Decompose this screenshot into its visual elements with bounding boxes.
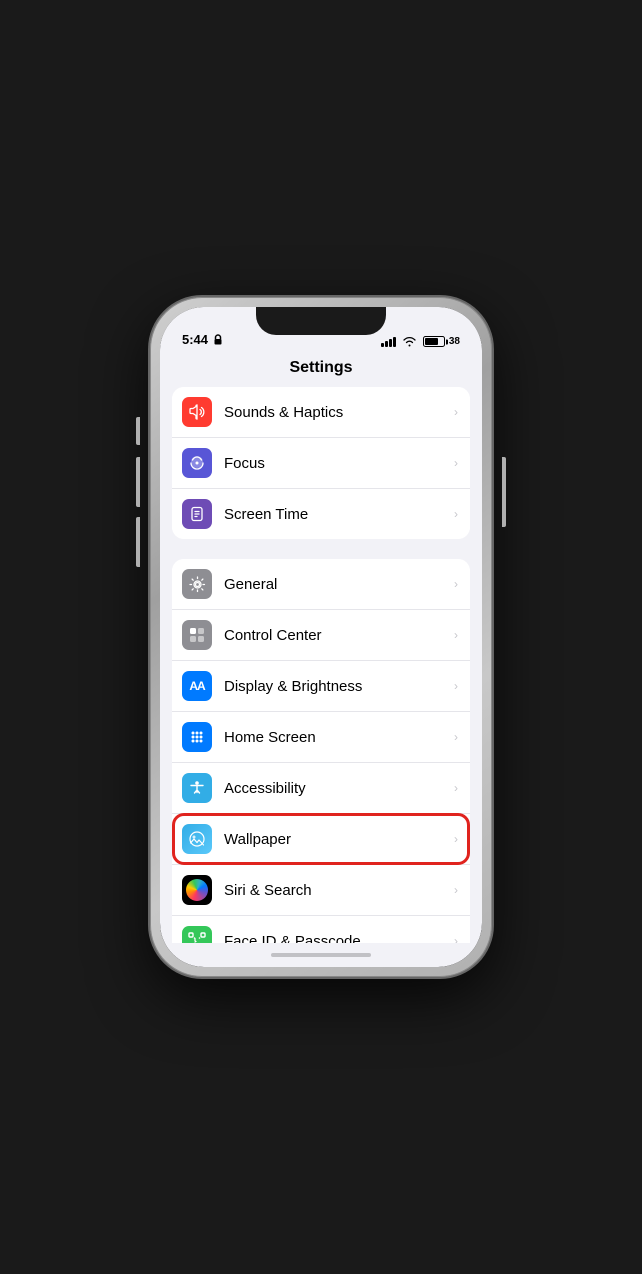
siri-icon (182, 875, 212, 905)
settings-item-display[interactable]: AA Display & Brightness › (172, 661, 470, 712)
focus-label: Focus (224, 455, 450, 472)
general-icon (182, 569, 212, 599)
power-button[interactable] (502, 457, 506, 527)
faceid-label: Face ID & Passcode (224, 933, 450, 944)
settings-item-siri[interactable]: Siri & Search › (172, 865, 470, 916)
lock-icon (213, 334, 223, 345)
notch (256, 307, 386, 335)
volume-up-button[interactable] (136, 457, 140, 507)
status-icons: 38 (381, 336, 460, 347)
focus-chevron: › (454, 456, 458, 470)
homescreen-icon (182, 722, 212, 752)
wallpaper-icon (182, 824, 212, 854)
faceid-icon (182, 926, 212, 943)
screentime-chevron: › (454, 507, 458, 521)
settings-item-homescreen[interactable]: Home Screen › (172, 712, 470, 763)
homescreen-chevron: › (454, 730, 458, 744)
settings-item-accessibility[interactable]: Accessibility › (172, 763, 470, 814)
display-label: Display & Brightness (224, 678, 450, 695)
settings-item-sounds[interactable]: Sounds & Haptics › (172, 387, 470, 438)
page-title: Settings (160, 351, 482, 387)
settings-item-faceid[interactable]: Face ID & Passcode › (172, 916, 470, 943)
battery-icon (423, 336, 445, 347)
phone-frame: 5:44 (150, 297, 492, 977)
screentime-icon (182, 499, 212, 529)
time-display: 5:44 (182, 332, 208, 347)
accessibility-label: Accessibility (224, 780, 450, 797)
controlcenter-icon (182, 620, 212, 650)
general-label: General (224, 576, 450, 593)
settings-section-2: General › Control Center › AA (172, 559, 470, 943)
controlcenter-label: Control Center (224, 627, 450, 644)
general-chevron: › (454, 577, 458, 591)
homescreen-label: Home Screen (224, 729, 450, 746)
settings-item-general[interactable]: General › (172, 559, 470, 610)
accessibility-icon (182, 773, 212, 803)
sounds-chevron: › (454, 405, 458, 419)
settings-item-wallpaper[interactable]: Wallpaper › (172, 814, 470, 865)
accessibility-chevron: › (454, 781, 458, 795)
phone-inner: 5:44 (160, 307, 482, 967)
mute-button[interactable] (136, 417, 140, 445)
settings-item-screentime[interactable]: Screen Time › (172, 489, 470, 539)
sounds-icon (182, 397, 212, 427)
settings-item-controlcenter[interactable]: Control Center › (172, 610, 470, 661)
battery-fill (425, 338, 439, 345)
faceid-chevron: › (454, 934, 458, 943)
status-time: 5:44 (182, 332, 223, 347)
volume-down-button[interactable] (136, 517, 140, 567)
settings-item-focus[interactable]: Focus › (172, 438, 470, 489)
sounds-label: Sounds & Haptics (224, 404, 450, 421)
home-bar (271, 953, 371, 957)
wallpaper-label: Wallpaper (224, 831, 450, 848)
wifi-icon (402, 336, 417, 347)
battery-percentage: 38 (449, 336, 460, 347)
settings-list[interactable]: Sounds & Haptics › Focus › (160, 387, 482, 943)
siri-label: Siri & Search (224, 882, 450, 899)
display-chevron: › (454, 679, 458, 693)
home-indicator (160, 943, 482, 967)
settings-section-1: Sounds & Haptics › Focus › (172, 387, 470, 539)
controlcenter-chevron: › (454, 628, 458, 642)
signal-icon (381, 337, 396, 347)
siri-chevron: › (454, 883, 458, 897)
display-icon: AA (182, 671, 212, 701)
screentime-label: Screen Time (224, 506, 450, 523)
wallpaper-chevron: › (454, 832, 458, 846)
screen: 5:44 (160, 307, 482, 967)
focus-icon (182, 448, 212, 478)
